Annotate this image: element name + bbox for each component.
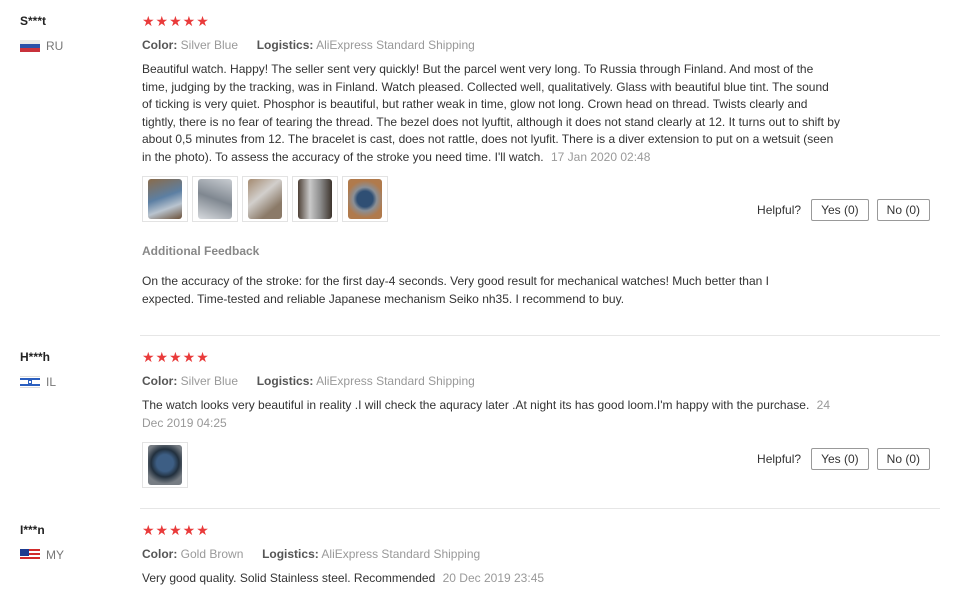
review-photo[interactable]: [142, 176, 188, 222]
review-photo[interactable]: [142, 442, 188, 488]
color-value: Silver Blue: [180, 38, 239, 52]
helpful-controls: Helpful? Yes (0) No (0): [757, 448, 930, 470]
logistics-value: AliExpress Standard Shipping: [316, 38, 475, 52]
review-date: 17 Jan 2020 02:48: [550, 149, 651, 164]
logistics-label: Logistics:: [256, 38, 314, 52]
color-label: Color:: [142, 38, 178, 52]
reviewer-info: S***t RU: [20, 14, 63, 53]
review-meta: Color: Silver Blue Logistics: AliExpress…: [142, 38, 930, 52]
helpful-yes-button[interactable]: Yes (0): [811, 448, 869, 470]
color-value: Gold Brown: [180, 547, 244, 561]
star-rating: ★★★★★: [142, 13, 210, 29]
helpful-no-button[interactable]: No (0): [876, 448, 930, 470]
helpful-no-button[interactable]: No (0): [876, 199, 930, 221]
review-meta: Color: Gold Brown Logistics: AliExpress …: [142, 547, 930, 561]
flag-icon: [20, 40, 40, 52]
flag-icon: [20, 549, 40, 561]
additional-feedback-text: On the accuracy of the stroke: for the f…: [142, 274, 769, 306]
divider: [140, 508, 940, 509]
review-photo[interactable]: [242, 176, 288, 222]
helpful-label: Helpful?: [757, 452, 802, 466]
additional-feedback-title: Additional Feedback: [142, 244, 260, 258]
review-date: 20 Dec 2019 23:45: [442, 571, 545, 585]
review-text: Very good quality. Solid Stainless steel…: [142, 570, 842, 588]
logistics-label: Logistics:: [262, 547, 319, 561]
review-body: ★★★★★ Color: Silver Blue Logistics: AliE…: [142, 14, 930, 308]
divider: [140, 335, 940, 336]
review-photo[interactable]: [342, 176, 388, 222]
reviewer-country: RU: [20, 39, 63, 53]
color-value: Silver Blue: [180, 374, 239, 388]
review-body: ★★★★★ Color: Silver Blue Logistics: AliE…: [142, 350, 930, 488]
review-meta: Color: Silver Blue Logistics: AliExpress…: [142, 374, 930, 388]
country-code: RU: [46, 39, 64, 53]
review-photo[interactable]: [192, 176, 238, 222]
review-text: The watch looks very beautiful in realit…: [142, 397, 842, 432]
star-rating: ★★★★★: [142, 349, 210, 365]
reviewer-info: I***n MY: [20, 523, 64, 562]
reviewer-name: S***t: [20, 14, 47, 28]
helpful-controls: Helpful? Yes (0) No (0): [757, 199, 930, 221]
reviewer-country: IL: [20, 375, 56, 389]
reviewer-name: H***h: [20, 350, 51, 364]
country-code: IL: [46, 375, 57, 389]
reviewer-name: I***n: [20, 523, 45, 537]
color-label: Color:: [142, 547, 178, 561]
color-label: Color:: [142, 374, 178, 388]
reviewer-info: H***h IL: [20, 350, 56, 389]
review-photo[interactable]: [292, 176, 338, 222]
flag-icon: [20, 376, 40, 388]
helpful-label: Helpful?: [757, 203, 802, 217]
star-rating: ★★★★★: [142, 522, 210, 538]
review-text-content: Beautiful watch. Happy! The seller sent …: [142, 62, 840, 164]
logistics-value: AliExpress Standard Shipping: [321, 547, 481, 561]
helpful-yes-button[interactable]: Yes (0): [811, 199, 869, 221]
review-body: ★★★★★ Color: Gold Brown Logistics: AliEx…: [142, 523, 930, 588]
review-text-content: The watch looks very beautiful in realit…: [142, 398, 810, 412]
review-text-content: Very good quality. Solid Stainless steel…: [142, 571, 436, 585]
review-text: Beautiful watch. Happy! The seller sent …: [142, 61, 842, 166]
logistics-label: Logistics:: [256, 374, 314, 388]
logistics-value: AliExpress Standard Shipping: [316, 374, 475, 388]
country-code: MY: [46, 548, 64, 562]
reviewer-country: MY: [20, 548, 64, 562]
